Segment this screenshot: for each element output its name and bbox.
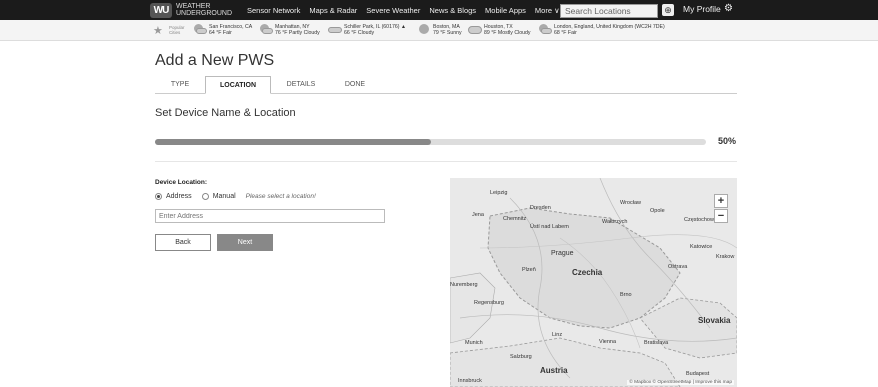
- map-place-regensburg: Regensburg: [474, 300, 504, 306]
- next-button[interactable]: Next: [217, 234, 273, 251]
- map-attribution[interactable]: © Mapbox © OpenStreetMap | Improve this …: [627, 380, 734, 385]
- city-weather: 76 °F Partly Cloudy: [275, 30, 320, 36]
- tab-type[interactable]: TYPE: [155, 76, 205, 94]
- map-place-jena: Jena: [472, 212, 484, 218]
- map-place-brno: Brno: [620, 292, 632, 298]
- radio-manual[interactable]: [201, 193, 209, 200]
- map-place-czestochowa: Częstochowa: [684, 217, 718, 223]
- map-place-dresden: Dresden: [530, 205, 551, 211]
- partly-cloudy-icon: [538, 24, 552, 34]
- progress-fill: [155, 139, 431, 145]
- map-place-innsbruck: Innsbruck: [458, 378, 482, 384]
- locate-icon[interactable]: ⊕: [662, 4, 674, 16]
- search-input[interactable]: Search Locations: [560, 4, 658, 18]
- map-place-walbrzych: Wałbrzych: [602, 219, 628, 225]
- city-item-manhattan[interactable]: Manhattan, NY 76 °F Partly Cloudy: [259, 24, 320, 36]
- city-item-houston[interactable]: Houston, TX 89 °F Mostly Cloudy: [468, 24, 530, 36]
- map-country-austria: Austria: [540, 366, 568, 375]
- nav-maps-radar[interactable]: Maps & Radar: [309, 6, 357, 15]
- city-weather: 64 °F Fair: [209, 30, 232, 36]
- logo-text-line2: UNDERGROUND: [176, 10, 232, 17]
- location-hint: Please select a location!: [245, 193, 316, 200]
- gear-icon[interactable]: ⚙: [724, 3, 733, 14]
- popular-cities-label: Popular Cities: [169, 25, 185, 35]
- partly-cloudy-icon: [193, 24, 207, 34]
- map-place-usti: Ústí nad Labem: [530, 224, 569, 230]
- main-nav: Sensor Network Maps & Radar Severe Weath…: [247, 0, 569, 20]
- nav-news-blogs[interactable]: News & Blogs: [429, 6, 476, 15]
- city-weather: 66 °F Cloudy: [344, 30, 375, 36]
- progress-percent-label: 50%: [718, 136, 737, 146]
- map-place-munich: Munich: [465, 340, 483, 346]
- my-profile-link[interactable]: My Profile: [683, 4, 721, 14]
- radio-address-label[interactable]: Address: [166, 193, 192, 200]
- map-place-vienna: Vienna: [599, 339, 617, 345]
- map-place-ostrava: Ostrava: [668, 264, 688, 270]
- cloudy-icon: [328, 24, 342, 34]
- city-item-san-francisco[interactable]: San Francisco, CA 64 °F Fair: [193, 24, 252, 36]
- location-mode-radio-group: Address Manual Please select a location!: [155, 193, 316, 200]
- map-place-linz: Linz: [552, 332, 563, 338]
- wunderground-logo[interactable]: WU WEATHER UNDERGROUND: [150, 2, 232, 18]
- map-place-opole: Opole: [650, 208, 665, 214]
- location-map[interactable]: Leipzig Dresden Wrocław Jena Chemnitz Ús…: [450, 178, 737, 387]
- nav-mobile-apps[interactable]: Mobile Apps: [485, 6, 526, 15]
- map-place-leipzig: Leipzig: [490, 190, 508, 196]
- city-weather: 68 °F Fair: [554, 30, 577, 36]
- sunny-icon: [417, 24, 431, 34]
- address-input[interactable]: [155, 209, 385, 223]
- zoom-out-button[interactable]: −: [714, 209, 728, 223]
- map-base-shapes: [450, 178, 737, 387]
- map-place-bratislava: Bratislava: [644, 340, 669, 346]
- radio-address[interactable]: [155, 193, 162, 200]
- section-divider: [155, 161, 737, 162]
- city-weather: 79 °F Sunny: [433, 30, 462, 36]
- logo-text-line1: WEATHER: [176, 3, 211, 10]
- map-place-wroclaw: Wrocław: [620, 200, 641, 206]
- map-place-prague: Prague: [551, 250, 574, 257]
- progress-bar: [155, 139, 706, 145]
- city-item-london[interactable]: London, England, United Kingdom (WC2H 7D…: [538, 24, 665, 36]
- map-country-czechia: Czechia: [572, 268, 603, 277]
- city-item-boston[interactable]: Boston, MA 79 °F Sunny: [417, 24, 462, 36]
- tab-details[interactable]: DETAILS: [273, 76, 329, 94]
- map-place-chemnitz: Chemnitz: [503, 216, 527, 222]
- tab-done[interactable]: DONE: [331, 76, 379, 94]
- zoom-in-button[interactable]: +: [714, 194, 728, 208]
- map-place-krakow: Krakow: [716, 254, 735, 260]
- device-location-label: Device Location:: [155, 179, 208, 186]
- logo-mark: WU: [150, 2, 172, 18]
- map-country-slovakia: Slovakia: [698, 316, 731, 325]
- map-place-salzburg: Salzburg: [510, 354, 532, 360]
- partly-cloudy-icon: [259, 24, 273, 34]
- back-button[interactable]: Back: [155, 234, 211, 251]
- mostly-cloudy-icon: [468, 24, 482, 34]
- section-title: Set Device Name & Location: [155, 107, 296, 119]
- tab-location[interactable]: LOCATION: [205, 76, 271, 94]
- map-place-katowice: Katowice: [690, 244, 713, 250]
- top-navigation-bar: WU WEATHER UNDERGROUND Sensor Network Ma…: [0, 0, 878, 20]
- page-title: Add a New PWS: [155, 52, 275, 69]
- map-place-plzen: Plzeň: [522, 267, 536, 273]
- map-place-nuremberg: Nuremberg: [450, 282, 478, 288]
- radio-manual-label[interactable]: Manual: [213, 193, 236, 200]
- map-place-budapest: Budapest: [686, 371, 710, 377]
- nav-severe-weather[interactable]: Severe Weather: [366, 6, 420, 15]
- city-item-schiller-park[interactable]: Schiller Park, IL (60176) ▲ 66 °F Cloudy: [328, 24, 406, 36]
- popular-cities-bar: ★ Popular Cities San Francisco, CA 64 °F…: [0, 20, 878, 41]
- nav-more[interactable]: More ∨: [535, 6, 560, 15]
- city-weather: 89 °F Mostly Cloudy: [484, 30, 531, 36]
- star-icon[interactable]: ★: [153, 24, 163, 37]
- nav-sensor-network[interactable]: Sensor Network: [247, 6, 300, 15]
